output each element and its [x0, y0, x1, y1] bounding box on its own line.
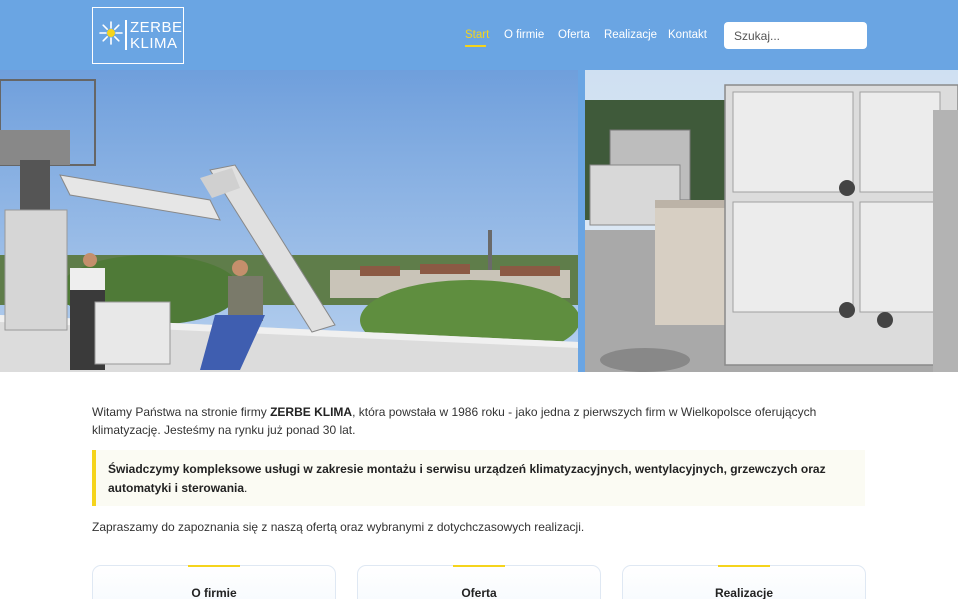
card-accent [718, 565, 770, 567]
nav-realizacje[interactable]: Realizacje [604, 29, 657, 41]
services-callout: Świadczymy kompleksowe usługi w zakresie… [92, 450, 865, 506]
hero-photo-ventilation [585, 70, 958, 372]
callout-end: . [244, 481, 248, 495]
nav-active-underline [465, 45, 486, 47]
logo[interactable]: ZERBE KLIMA [92, 7, 184, 64]
search-input[interactable] [724, 22, 867, 49]
nav-o-firmie[interactable]: O firmie [504, 29, 544, 41]
nav-oferta[interactable]: Oferta [558, 29, 590, 41]
intro-text-start: Witamy Państwa na stronie firmy [92, 405, 271, 419]
nav-start[interactable]: Start [465, 29, 489, 41]
card-realizacje[interactable]: Realizacje [622, 565, 866, 599]
card-oferta[interactable]: Oferta [357, 565, 601, 599]
hero-photo-installation [0, 70, 578, 372]
card-o-firmie[interactable]: O firmie [92, 565, 336, 599]
card-accent [188, 565, 240, 567]
card-title: Oferta [461, 586, 497, 599]
logo-text-line1: ZERBE [130, 19, 183, 36]
site-header: ZERBE KLIMA Start O firmie Oferta Realiz… [0, 0, 958, 70]
intro-text: Witamy Państwa na stronie firmy ZERBE KL… [92, 403, 872, 439]
logo-text-line2: KLIMA [130, 35, 178, 52]
snowflake-sun-icon [99, 21, 123, 45]
card-accent [453, 565, 505, 567]
invite-text: Zapraszamy do zapoznania się z naszą ofe… [92, 520, 585, 534]
intro-brand-name: ZERBE KLIMA [270, 405, 353, 419]
hero-banner [0, 70, 958, 372]
callout-bold-text: Świadczymy kompleksowe usługi w zakresie… [108, 462, 826, 495]
card-title: O firmie [191, 586, 237, 599]
logo-divider [125, 20, 127, 50]
card-title: Realizacje [714, 586, 774, 599]
nav-kontakt[interactable]: Kontakt [668, 29, 707, 41]
